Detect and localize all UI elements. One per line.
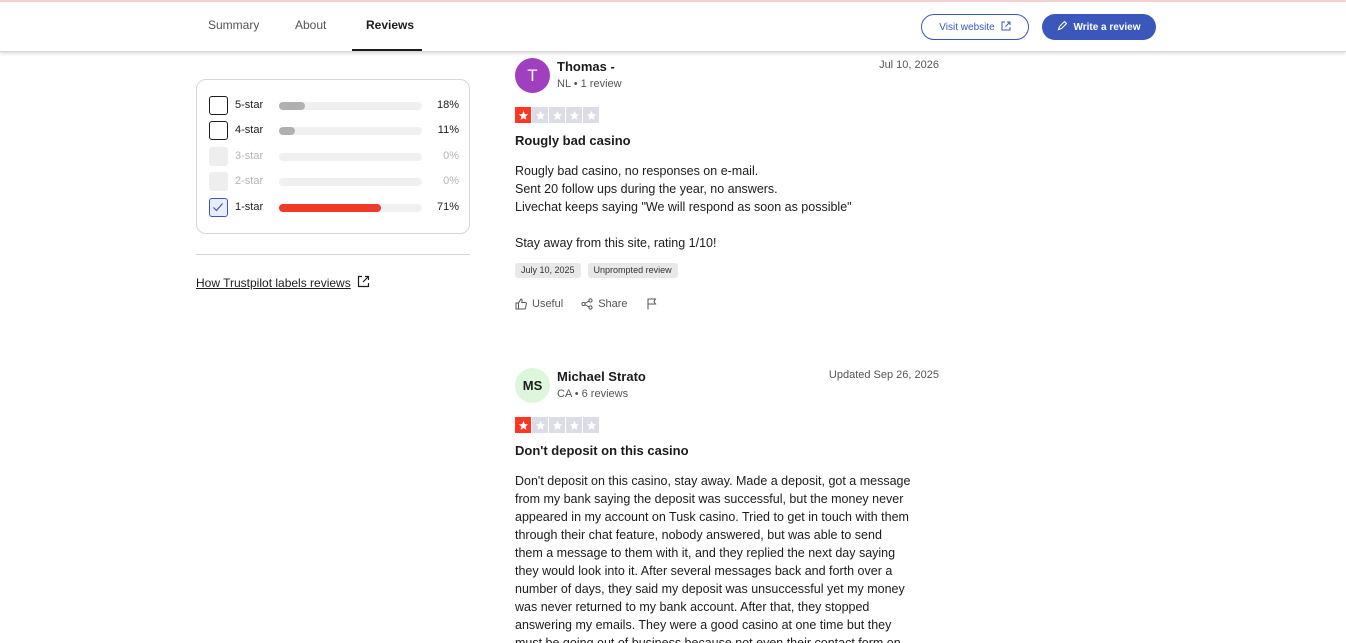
bar-fill-1-star — [279, 204, 381, 212]
review-card: T Thomas - NL • 1 review Jul 10, 2026 Ro… — [515, 58, 939, 320]
star-icon — [532, 417, 548, 433]
visit-website-button[interactable]: Visit website — [921, 14, 1029, 40]
sidebar-divider — [196, 254, 470, 255]
useful-label: Useful — [532, 298, 564, 310]
star-icon — [549, 107, 565, 123]
bar-track-2-star — [279, 178, 422, 186]
checkmark-icon — [213, 203, 223, 212]
review-body-line: was never returned to my bank account. A… — [515, 600, 870, 614]
filter-row-4-star[interactable]: 4-star 11% — [209, 121, 459, 141]
reviewer-meta: NL • 1 review — [557, 78, 622, 90]
review-body-line: answering my emails. They were a good ca… — [515, 618, 892, 632]
unprompted-review-tag[interactable]: Unprompted review — [587, 263, 678, 278]
useful-button[interactable]: Useful — [515, 298, 563, 310]
review-body-line: them a message to them with it, and they… — [515, 546, 896, 560]
share-label: Share — [598, 298, 628, 310]
review-body-line: number of days, they said my deposit was… — [515, 582, 905, 596]
review-date: Updated Sep 26, 2025 — [828, 369, 939, 381]
percent-4-star: 11% — [437, 124, 459, 136]
checkbox-3-star — [209, 147, 228, 166]
bar-track-5-star — [279, 102, 422, 110]
checkbox-5-star[interactable] — [209, 96, 228, 115]
filter-label-1-star: 1-star — [235, 201, 264, 213]
star-icon — [566, 107, 582, 123]
review-body-line: must be going out of business because no… — [515, 636, 901, 643]
percent-2-star: 0% — [443, 175, 459, 187]
reviewer-name[interactable]: Michael Strato — [557, 369, 646, 384]
bar-track-3-star — [279, 153, 422, 161]
review-body-line: from my bank saying the deposit was succ… — [515, 492, 904, 506]
percent-5-star: 18% — [436, 99, 459, 111]
external-link-icon — [1001, 21, 1011, 34]
bar-fill-5-star — [279, 102, 305, 110]
pencil-icon — [1057, 20, 1068, 34]
tab-summary[interactable]: Summary — [208, 2, 259, 51]
percent-1-star: 71% — [436, 201, 459, 213]
sticky-header: Summary About Reviews Visit website Writ… — [0, 2, 1346, 52]
how-trustpilot-labels-link[interactable]: How Trustpilot labels reviews — [196, 275, 370, 291]
thumbs-up-icon — [515, 298, 527, 310]
filter-label-2-star: 2-star — [235, 175, 264, 187]
star-icon — [583, 107, 599, 123]
flag-icon — [647, 298, 656, 310]
checkbox-4-star[interactable] — [209, 121, 228, 140]
tab-about[interactable]: About — [295, 2, 326, 51]
filter-row-3-star: 3-star 0% — [209, 147, 459, 167]
star-rating — [515, 417, 599, 433]
filter-row-5-star[interactable]: 5-star 18% — [209, 96, 459, 116]
review-body-line: Rougly bad casino, no responses on e-mai… — [515, 164, 759, 178]
star-icon — [549, 417, 565, 433]
write-review-label: Write a review — [1073, 21, 1141, 33]
tab-reviews[interactable]: Reviews — [366, 2, 414, 51]
review-date: Jul 10, 2026 — [879, 59, 939, 71]
star-filter-panel: 5-star 18% 4-star 11% 3-star 0% 2-star 0… — [196, 79, 470, 234]
star-rating — [515, 107, 599, 123]
review-body: Rougly bad casino, no responses on e-mai… — [515, 162, 939, 252]
review-body-line — [515, 216, 939, 234]
star-icon — [583, 417, 599, 433]
reviewer-meta: CA • 6 reviews — [557, 388, 629, 400]
bar-track-1-star — [279, 204, 422, 212]
external-link-icon — [357, 275, 370, 291]
filter-label-3-star: 3-star — [235, 150, 264, 162]
share-button[interactable]: Share — [581, 298, 628, 310]
review-body-line: they would look into it. After several m… — [515, 564, 893, 578]
bar-track-4-star — [279, 127, 422, 135]
reviewer-name[interactable]: Thomas - — [557, 59, 615, 74]
review-body-line: Sent 20 follow ups during the year, no a… — [515, 182, 778, 196]
review-actions: Useful Share — [515, 298, 658, 310]
star-icon — [515, 107, 531, 123]
review-title[interactable]: Don't deposit on this casino — [515, 443, 689, 458]
write-review-button[interactable]: Write a review — [1042, 14, 1156, 40]
filter-row-1-star[interactable]: 1-star 71% — [209, 198, 459, 218]
review-title[interactable]: Rougly bad casino — [515, 133, 631, 148]
checkbox-1-star[interactable] — [209, 198, 228, 217]
filter-label-5-star: 5-star — [235, 99, 264, 111]
filter-label-4-star: 4-star — [235, 124, 264, 136]
review-body-line: Don't deposit on this casino, stay away.… — [515, 474, 911, 488]
star-icon — [515, 417, 531, 433]
share-icon — [581, 298, 593, 310]
avatar[interactable]: MS — [515, 368, 550, 403]
review-body-line: through their chat feature, nobody answe… — [515, 528, 882, 542]
bar-fill-4-star — [279, 127, 295, 135]
star-icon — [532, 107, 548, 123]
active-tab-indicator — [352, 49, 422, 51]
review-body: Don't deposit on this casino, stay away.… — [515, 472, 939, 643]
filter-row-2-star: 2-star 0% — [209, 172, 459, 192]
checkbox-2-star — [209, 172, 228, 191]
how-link-label: How Trustpilot labels reviews — [196, 276, 351, 290]
report-button[interactable] — [646, 298, 658, 310]
visit-website-label: Visit website — [939, 21, 995, 33]
date-of-experience-tag: July 10, 2025 — [515, 263, 581, 278]
review-body-line: Livechat keeps saying "We will respond a… — [515, 200, 852, 214]
review-tags: July 10, 2025 Unprompted review — [515, 263, 678, 278]
star-icon — [566, 417, 582, 433]
review-card: MS Michael Strato CA • 6 reviews Updated… — [515, 368, 939, 643]
review-body-line: appeared in my account on Tusk casino. T… — [515, 510, 909, 524]
review-body-line: Stay away from this site, rating 1/10! — [515, 236, 717, 250]
percent-3-star: 0% — [443, 150, 459, 162]
avatar[interactable]: T — [515, 58, 550, 93]
